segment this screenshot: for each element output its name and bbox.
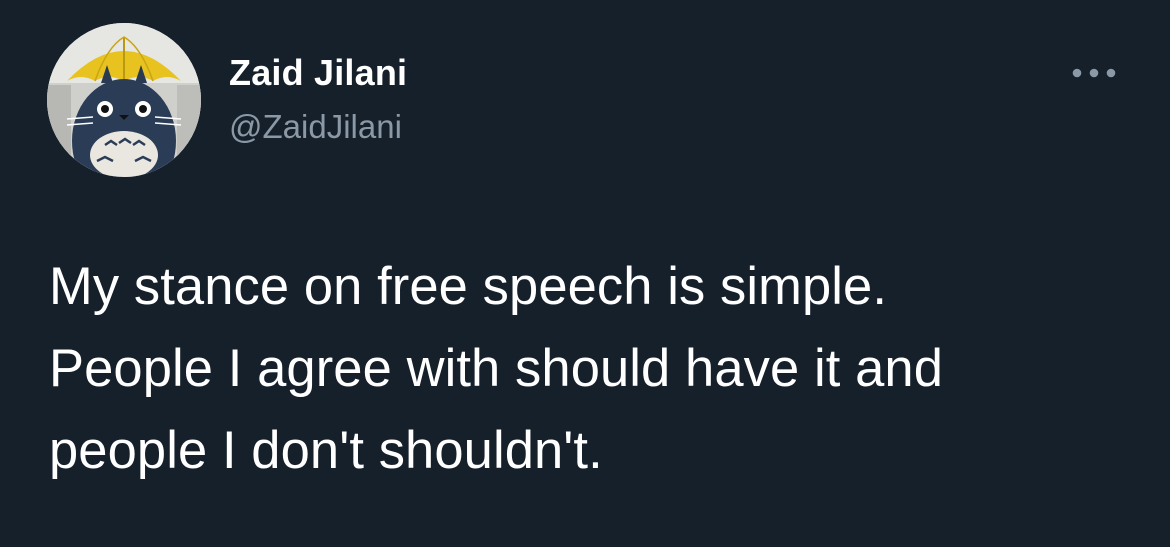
tweet-card: Zaid Jilani @ZaidJilani My stance on fre… <box>0 0 1170 547</box>
more-horizontal-icon <box>1072 68 1116 78</box>
avatar[interactable] <box>47 23 201 177</box>
tweet-text-line: People I agree with should have it and <box>49 339 943 398</box>
tweet-text-line: My stance on free speech is simple. <box>49 257 888 316</box>
author-name[interactable]: Zaid Jilani <box>229 52 407 94</box>
author-handle[interactable]: @ZaidJilani <box>229 108 402 146</box>
avatar-umbrella-totoro-icon <box>47 23 201 177</box>
tweet-text: My stance on free speech is simple. Peop… <box>49 246 1139 492</box>
tweet-text-line: people I don't shouldn't. <box>49 421 603 480</box>
more-options-button[interactable] <box>1068 58 1120 88</box>
